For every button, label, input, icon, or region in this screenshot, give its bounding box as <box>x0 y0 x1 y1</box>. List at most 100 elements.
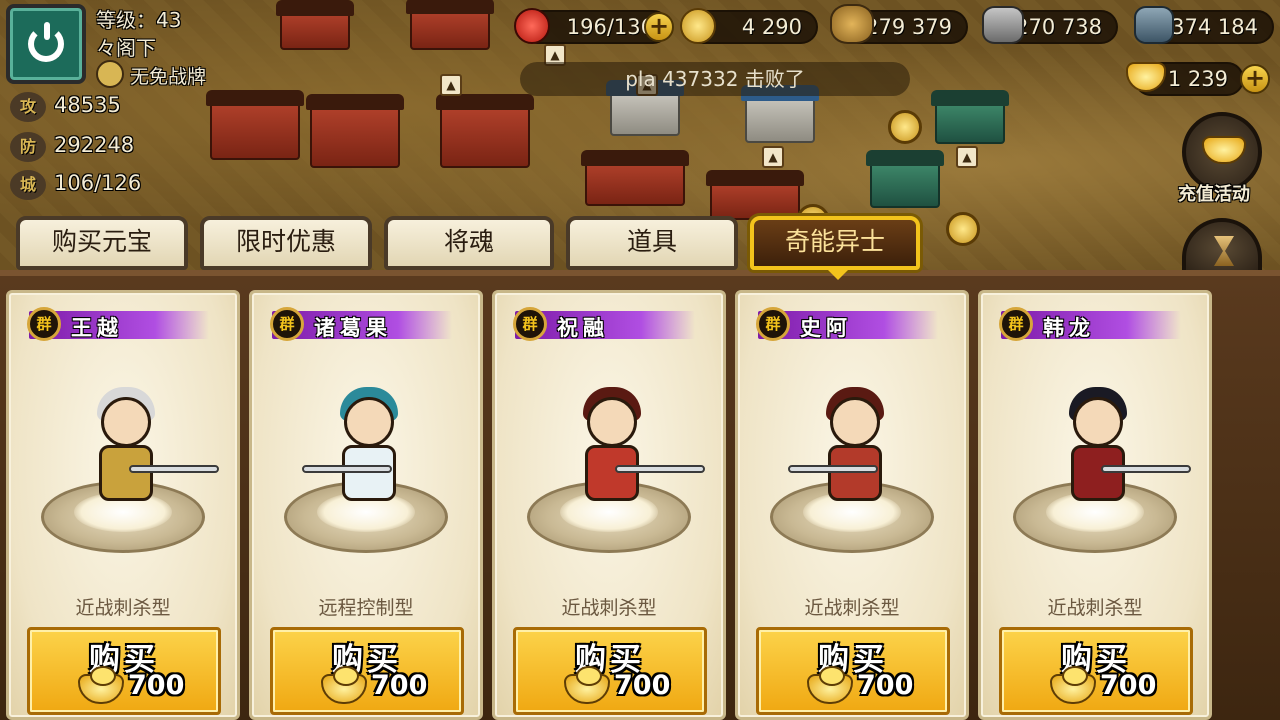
tab-buy-gold[interactable]: 购买元宝 <box>16 216 188 270</box>
buy-label: 购买 <box>332 642 402 678</box>
tab-items[interactable]: 道具 <box>566 216 738 270</box>
tab-limited-offer[interactable]: 限时优惠 <box>200 216 372 270</box>
gold-ingot-icon <box>78 666 124 704</box>
copper-coin-icon <box>680 8 716 44</box>
hero-card[interactable]: 群 韩龙 近战刺杀型 购买 700 <box>978 290 1212 720</box>
weapon-icon <box>129 465 219 473</box>
hero-card[interactable]: 群 史阿 近战刺杀型 购买 700 <box>735 290 969 720</box>
gold-ingot-icon <box>807 666 853 704</box>
faction-badge: 群 <box>513 307 547 341</box>
add-gold-button[interactable]: + <box>1240 64 1270 94</box>
building[interactable] <box>436 94 534 168</box>
gold-ingot-icon <box>564 666 610 704</box>
hero-role: 近战刺杀型 <box>804 597 900 619</box>
player-level: 等级：43 <box>96 8 182 32</box>
price: 700 <box>1100 670 1157 701</box>
player-name: 々阁下 <box>96 36 156 60</box>
stat-attack: 攻 48535 <box>6 92 146 122</box>
stat-value: 292248 <box>54 133 135 157</box>
buy-button[interactable]: 购买 700 <box>270 627 464 715</box>
buy-label: 购买 <box>89 642 159 678</box>
recharge-event-label: 充值活动 <box>1178 184 1250 205</box>
gold-ingot-icon <box>1050 666 1096 704</box>
price: 700 <box>371 670 428 701</box>
hero-head <box>1073 397 1123 447</box>
iron-icon <box>1134 6 1174 44</box>
price: 700 <box>128 670 185 701</box>
faction-badge: 群 <box>270 307 304 341</box>
buy-label: 购买 <box>818 642 888 678</box>
battle-news-ticker: pla 437332 击败了 <box>520 62 910 96</box>
hero-name: 韩龙 <box>1043 316 1095 340</box>
active-tab-pointer <box>826 268 850 280</box>
building[interactable] <box>406 0 494 50</box>
hero-outfit <box>99 445 153 501</box>
price: 700 <box>614 670 671 701</box>
hero-card[interactable]: 群 诸葛果 远程控制型 购买 700 <box>249 290 483 720</box>
add-troops-button[interactable]: + <box>644 12 674 42</box>
building[interactable] <box>866 150 944 208</box>
hero-outfit <box>1071 445 1125 501</box>
hero-outfit <box>342 445 396 501</box>
weapon-icon <box>615 465 705 473</box>
building[interactable] <box>206 90 304 160</box>
building[interactable] <box>581 150 689 206</box>
player-avatar[interactable] <box>6 4 86 84</box>
shield-icon <box>96 60 124 88</box>
hero-outfit <box>585 445 639 501</box>
hero-portrait <box>788 383 892 513</box>
building[interactable] <box>931 90 1009 144</box>
stone-icon <box>982 6 1024 44</box>
building[interactable] <box>606 80 684 136</box>
hero-card[interactable]: 群 王越 近战刺杀型 购买 700 <box>6 290 240 720</box>
hero-role: 近战刺杀型 <box>561 597 657 619</box>
buy-button[interactable]: 购买 700 <box>27 627 221 715</box>
faction-badge: 群 <box>756 307 790 341</box>
stat-city: 城 106/126 <box>6 170 146 200</box>
tab-special-heroes[interactable]: 奇能异士 <box>750 216 920 270</box>
upgrade-arrow-icon[interactable]: ▲ <box>762 146 784 168</box>
weapon-icon <box>302 465 392 473</box>
faction-badge: 群 <box>27 307 61 341</box>
hero-role: 近战刺杀型 <box>1047 597 1143 619</box>
hero-name: 王越 <box>71 316 123 340</box>
coin-collect-icon[interactable] <box>888 110 922 144</box>
stat-badge: 城 <box>10 170 46 200</box>
hero-card[interactable]: 群 祝融 近战刺杀型 购买 700 <box>492 290 726 720</box>
hero-name: 史阿 <box>800 316 852 340</box>
hero-name: 诸葛果 <box>314 316 392 340</box>
hourglass-icon <box>1214 236 1234 266</box>
buy-button[interactable]: 购买 700 <box>756 627 950 715</box>
hero-portrait <box>575 383 705 513</box>
hero-head <box>830 397 880 447</box>
building[interactable] <box>741 85 819 143</box>
stat-defense: 防 292248 <box>6 132 146 162</box>
coin-collect-icon[interactable] <box>946 212 980 246</box>
stat-badge: 攻 <box>10 92 46 122</box>
stat-value: 48535 <box>54 93 121 117</box>
hero-portrait <box>1061 383 1191 513</box>
faction-badge: 群 <box>999 307 1033 341</box>
tab-general-soul[interactable]: 将魂 <box>384 216 554 270</box>
hero-name: 祝融 <box>557 316 609 340</box>
upgrade-arrow-icon[interactable]: ▲ <box>956 146 978 168</box>
upgrade-arrow-icon[interactable]: ▲ <box>440 74 462 96</box>
hero-outfit <box>828 445 882 501</box>
stat-value: 106/126 <box>54 171 142 195</box>
building[interactable] <box>276 0 354 50</box>
food-sack-icon <box>830 4 874 44</box>
gold-ingot-icon <box>1202 136 1246 164</box>
buy-label: 购买 <box>1061 642 1131 678</box>
hero-head <box>344 397 394 447</box>
buy-button[interactable]: 购买 700 <box>513 627 707 715</box>
hero-role: 近战刺杀型 <box>75 597 171 619</box>
hero-role: 远程控制型 <box>318 597 414 619</box>
buy-button[interactable]: 购买 700 <box>999 627 1193 715</box>
building[interactable] <box>706 170 804 220</box>
player-status: 无免战牌 <box>130 66 207 88</box>
price: 700 <box>857 670 914 701</box>
troops-icon <box>514 8 550 44</box>
hero-portrait <box>302 383 406 513</box>
building[interactable] <box>306 94 404 168</box>
hero-head <box>587 397 637 447</box>
